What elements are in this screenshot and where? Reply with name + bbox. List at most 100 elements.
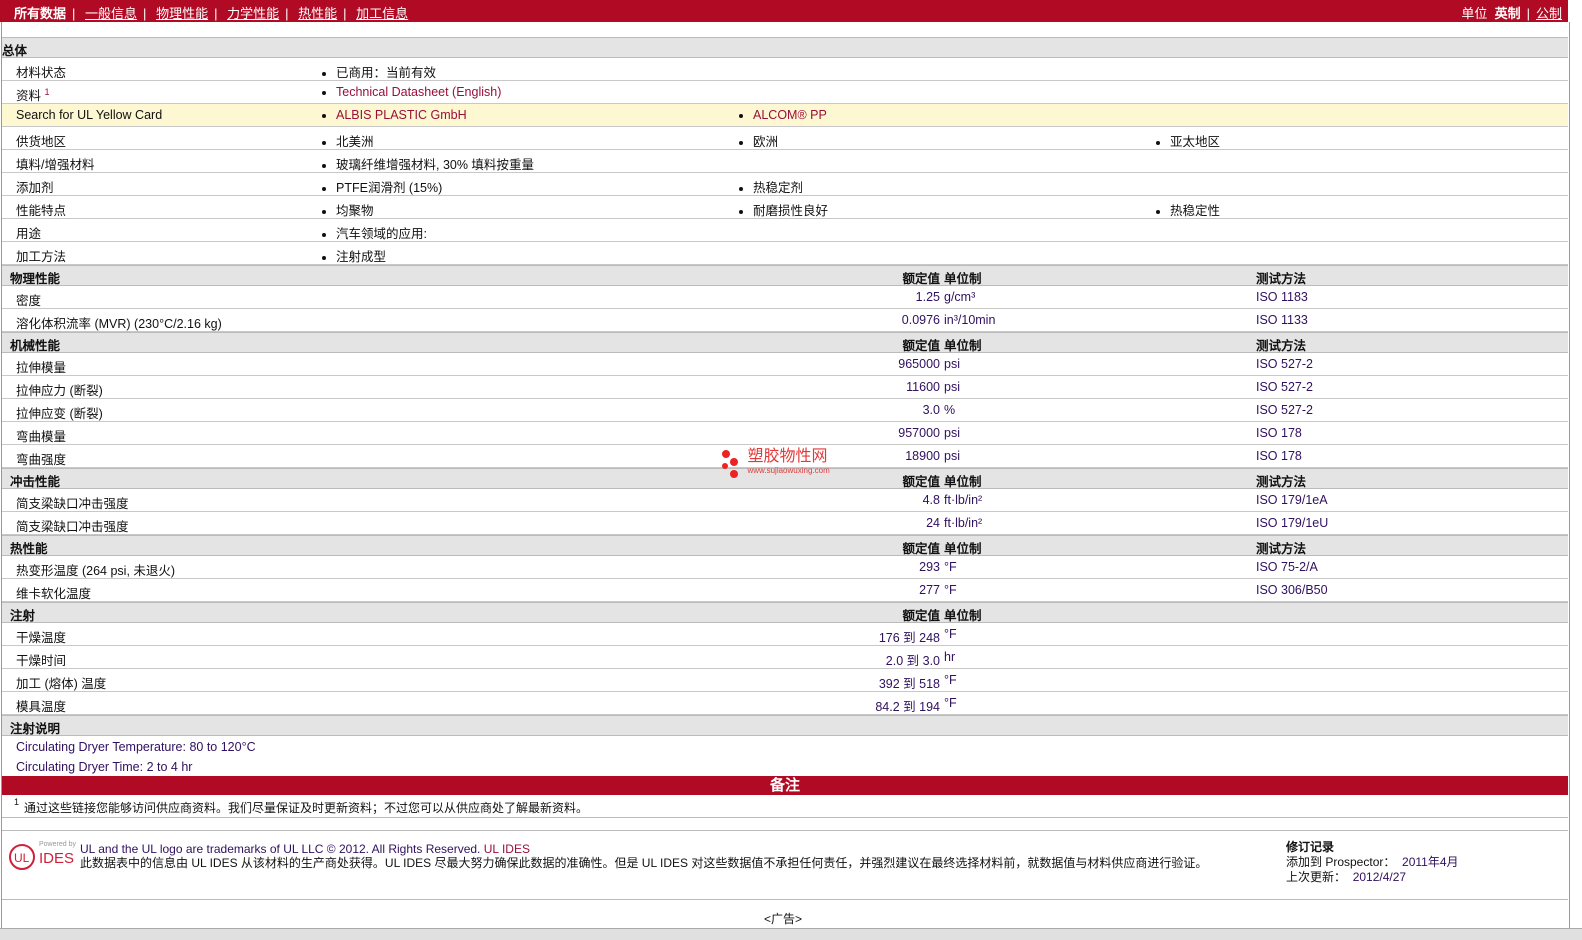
value-text: 北美洲 [336,135,374,149]
bullet-icon [322,90,326,95]
test-method: ISO 1133 [1256,313,1308,327]
value-header: 额定值 [902,339,940,353]
row-value-item[interactable]: Technical Datasheet (English) [322,85,501,99]
section-title: 总体 [2,44,28,58]
row-value-item: 热稳定性 [1156,200,1220,219]
unit-english[interactable]: 英制 [1495,6,1521,21]
footnote-ref[interactable]: 1 [45,87,50,97]
section-header: 热性能 额定值 单位制 测试方法 [2,535,1568,556]
section-title: 机械性能 [10,339,61,353]
property-row: 溶化体积流率 (MVR) (230°C/2.16 kg) 0.0976 in³/10… [2,309,1568,332]
property-label: 热变形温度 (264 psi, 未退火) [16,564,176,578]
disclaimer-text: 此数据表中的信息由 UL IDES 从该材料的生产商处获得。UL IDES 尽最… [80,856,1208,870]
row-label-text: 性能特点 [16,204,67,218]
section-title: 冲击性能 [10,475,61,489]
horizontal-scrollbar[interactable] [0,928,1582,940]
property-value: 3.0 [922,403,940,417]
property-unit: °F [944,696,957,710]
revision-history: 修订记录 添加到 Prospector： 2011年4月 上次更新： 2012/… [1286,840,1459,885]
bullet-icon [322,232,326,237]
general-row: Search for UL Yellow Card ALBIS PLASTIC G… [2,104,1568,127]
svg-text:UL: UL [14,851,30,865]
property-row: 干燥时间 2.0 到 3.0 hr [2,646,1568,669]
general-row: 用途 汽车领域的应用: [2,219,1568,242]
value-header: 额定值 [902,272,940,286]
ides-logo-text: IDES [39,850,75,867]
property-value: 965000 [898,357,940,371]
nav-mechanical[interactable]: 力学性能 [227,6,279,21]
value-text: 热稳定性 [1170,204,1221,218]
row-label: 资料 1 [16,85,50,104]
property-label: 溶化体积流率 (MVR) (230°C/2.16 kg) [16,317,222,331]
property-value: 24 [926,516,940,530]
footnote-text: 通过这些链接您能够访问供应商资料。我们尽量保证及时更新资料；不过您可以从供应商处… [24,801,589,815]
property-row: 简支梁缺口冲击强度 24 ft·lb/in² ISO 179/1eU [2,512,1568,535]
ul-ides-link[interactable]: UL IDES [484,842,530,856]
value-text: 均聚物 [336,204,374,218]
value-text: 已商用：当前有效 [336,66,437,80]
value-link[interactable]: ALCOM® PP [753,108,827,122]
value-header: 额定值 [902,542,940,556]
remarks-header: 备注 [2,776,1568,795]
test-method: ISO 178 [1256,426,1302,440]
nav-general[interactable]: 一般信息 [85,6,137,21]
row-value-item: 北美洲 [322,131,374,150]
section-header: 机械性能 额定值 单位制 测试方法 [2,332,1568,353]
row-value-item: 注射成型 [322,246,386,265]
row-label-text: 加工方法 [16,250,67,264]
value-text: PTFE润滑剂 (15%) [336,181,443,195]
bullet-icon [322,209,326,214]
row-value-item: 热稳定剂 [739,177,803,196]
property-unit: g/cm³ [944,290,976,304]
bullet-icon [322,163,326,168]
row-value-item: 亚太地区 [1156,131,1220,150]
unit-metric[interactable]: 公制 [1536,6,1562,21]
row-value-item[interactable]: ALBIS PLASTIC GmbH [322,108,467,122]
trademark-text: UL and the UL logo are trademarks of UL … [80,842,481,856]
advertisement-label: <广告> [763,912,803,926]
nav-processing[interactable]: 加工信息 [356,6,408,21]
bullet-icon [1156,209,1160,214]
nav-physical[interactable]: 物理性能 [156,6,208,21]
property-value: 0.0976 [901,313,940,327]
bullet-icon [739,209,743,214]
section-title: 注射说明 [10,722,61,736]
row-value-item[interactable]: ALCOM® PP [739,108,827,122]
test-method: ISO 179/1eU [1256,516,1329,530]
property-value: 2.0 到 3.0 [885,654,940,668]
section-title: 物理性能 [10,272,61,286]
nav-all-data[interactable]: 所有数据 [14,6,66,21]
property-value: 11600 [906,380,940,394]
property-unit: ft·lb/in² [944,516,983,530]
property-label: 拉伸模量 [16,361,67,375]
value-link[interactable]: Technical Datasheet (English) [336,85,501,99]
property-label: 模具温度 [16,700,67,714]
property-label: 拉伸应力 (断裂) [16,384,103,398]
method-header: 测试方法 [1256,475,1307,489]
note-text: Circulating Dryer Time: 2 to 4 hr [16,760,193,774]
note-text: Circulating Dryer Temperature: 80 to 120… [16,740,256,754]
property-row: 弯曲模量 957000 psi ISO 178 [2,422,1568,445]
test-method: ISO 1183 [1256,290,1308,304]
property-unit: psi [944,449,960,463]
note-line: Circulating Dryer Time: 2 to 4 hr [2,756,1568,776]
method-header: 测试方法 [1256,272,1307,286]
value-link[interactable]: ALBIS PLASTIC GmbH [336,108,467,122]
row-label-text: Search for UL Yellow Card [16,108,163,122]
unit-header: 单位制 [944,475,982,489]
property-label: 简支梁缺口冲击强度 [16,520,129,534]
datasheet-table: 总体 材料状态 已商用：当前有效 资料 1 Technical Datasheet (E… [2,37,1568,818]
nav-thermal[interactable]: 热性能 [298,6,337,21]
property-row: 拉伸应变 (断裂) 3.0% ISO 527-2 [2,399,1568,422]
property-value: 176 到 248 [878,631,940,645]
units-label: 单位 [1461,6,1488,21]
section-header-general: 总体 [2,37,1568,58]
property-value: 4.8 [922,493,940,507]
row-value-item: 汽车领域的应用: [322,223,427,242]
property-row: 拉伸应力 (断裂) 11600 psi ISO 527-2 [2,376,1568,399]
property-label: 加工 (熔体) 温度 [16,677,107,691]
bullet-icon [322,71,326,76]
bullet-icon [322,255,326,260]
bullet-icon [739,113,743,118]
powered-by: Powered by [39,841,76,848]
